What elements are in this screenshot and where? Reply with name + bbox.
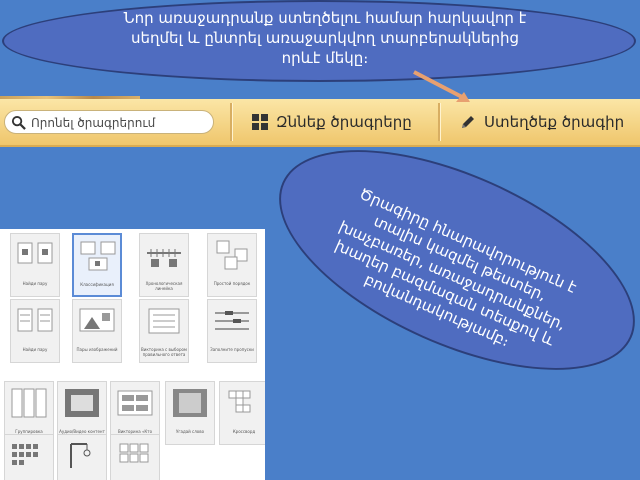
template-thumbnail-icon xyxy=(215,311,249,330)
template-thumbnail-icon xyxy=(65,389,99,417)
callout-line: խաչբառեր, առաջադրանքներ, xyxy=(336,217,569,334)
my-programs-button[interactable]: Զննեք ծրագրերը xyxy=(252,107,412,137)
template-thumbnail-icon xyxy=(117,390,153,416)
create-program-button[interactable]: Ստեղծեք ծրագիր xyxy=(460,107,624,137)
template-thumbnail-icon xyxy=(17,242,53,264)
template-caption: Простой порядок xyxy=(213,281,251,286)
template-tile[interactable]: Угадай слово xyxy=(165,381,215,445)
template-thumbnail-icon xyxy=(11,388,47,418)
info-callout-text: Ծրագիրը հնարավորություն է տալիս կազմել թ… xyxy=(258,155,640,397)
template-caption: Заполните пропуски xyxy=(210,347,254,352)
template-thumbnail-icon xyxy=(12,444,38,465)
template-caption: Кроссворд xyxy=(232,429,256,434)
template-thumbnail-icon xyxy=(80,241,116,271)
callout-line: Նոր առաջադրանք ստեղծելու համար հարկավոր … xyxy=(123,9,527,27)
callout-line: որևէ մեկը։ xyxy=(281,49,369,67)
template-caption: Викторина с выбором правильного ответа xyxy=(141,347,187,357)
template-tile[interactable]: Кроссворд xyxy=(219,381,265,445)
template-caption: Угадай слово xyxy=(175,429,205,434)
templates-panel: Найди пару Классификация Хронологическая л… xyxy=(0,229,265,480)
grid-icon xyxy=(252,114,268,130)
template-tile[interactable]: Викторина с выбором правильного ответа xyxy=(139,299,189,363)
search-box[interactable] xyxy=(4,110,214,134)
template-thumbnail-icon xyxy=(228,390,251,413)
template-tile[interactable]: Простой порядок xyxy=(207,233,257,297)
template-tile[interactable]: Слова из букв xyxy=(4,434,54,480)
template-caption: Пары изображений xyxy=(76,347,118,352)
template-caption: Найди пару xyxy=(22,347,48,352)
template-caption: Найди пару xyxy=(22,281,48,286)
pencil-icon xyxy=(462,116,474,128)
template-tile[interactable]: Пары изображений xyxy=(72,299,122,363)
toolbar-divider xyxy=(438,103,441,141)
template-tile[interactable]: Игра «Пазлы» xyxy=(110,434,160,480)
template-tile[interactable]: Найди пару xyxy=(10,299,60,363)
template-thumbnail-icon xyxy=(119,443,149,463)
toolbar-divider xyxy=(230,103,233,141)
template-thumbnail-icon xyxy=(173,389,207,417)
template-thumbnail-icon xyxy=(148,308,180,334)
template-tile[interactable]: Виселица xyxy=(57,434,107,480)
template-thumbnail-icon xyxy=(216,240,248,270)
template-tile[interactable]: Заполните пропуски xyxy=(207,299,257,363)
search-input[interactable] xyxy=(29,113,211,133)
template-tile[interactable]: Классификация xyxy=(72,233,122,297)
template-thumbnail-icon xyxy=(17,308,53,332)
create-program-label: Ստեղծեք ծրագիր xyxy=(484,113,625,131)
template-thumbnail-icon xyxy=(70,443,91,468)
my-programs-label: Զննեք ծրագրերը xyxy=(276,113,412,131)
arrow-icon xyxy=(413,70,470,102)
template-caption: Хронологическая линейка xyxy=(145,281,183,291)
template-thumbnail-icon xyxy=(79,308,115,332)
callout-line: սեղմել և ընտրել առաջարկվող տարբերակներից xyxy=(131,29,519,47)
info-callout: Ծրագիրը հնարավորություն է տալիս կազմել թ… xyxy=(247,104,640,416)
template-tile[interactable]: Хронологическая линейка xyxy=(139,233,189,297)
search-icon xyxy=(11,115,26,130)
template-caption: Классификация xyxy=(80,282,114,287)
template-tile[interactable]: Найди пару xyxy=(10,233,60,297)
template-thumbnail-icon xyxy=(147,249,181,267)
toolbar: Զննեք ծրագրերը Ստեղծեք ծրագիր xyxy=(0,99,640,147)
instruction-callout-text: Նոր առաջադրանք ստեղծելու համար հարկավոր … xyxy=(90,8,560,68)
